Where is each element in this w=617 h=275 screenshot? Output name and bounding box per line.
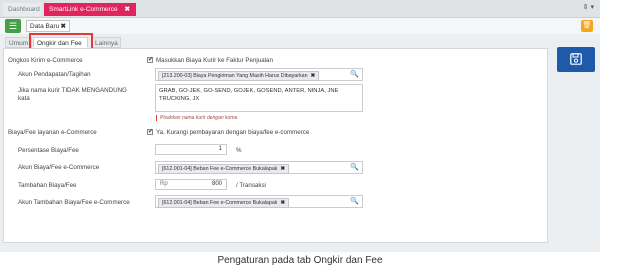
persentase-input[interactable]: 1	[155, 144, 227, 155]
ongkos-checkbox[interactable]: ✔	[147, 57, 153, 63]
delete-button[interactable]: 🗑	[581, 20, 593, 32]
search-icon[interactable]: 🔍	[350, 70, 359, 78]
ongkos-checkbox-label: Masukkan Biaya Kurir ke Faktur Penjualan	[156, 57, 273, 64]
figure-caption: Pengaturan pada tab Ongkir dan Fee	[217, 255, 383, 266]
section-fee-label: Biaya/Fee layanan e-Commerce	[8, 129, 97, 136]
ongkir-fee-panel: Ongkos Kirim e-Commerce ✔ Masukkan Biaya…	[3, 48, 548, 243]
section-ongkos-label: Ongkos Kirim e-Commerce	[8, 57, 83, 64]
fee-checkbox[interactable]: ✔	[147, 129, 153, 135]
chip-remove-icon[interactable]: ✖	[280, 200, 284, 206]
persentase-value: 1	[218, 146, 222, 152]
save-icon	[570, 53, 582, 65]
akun-tambahan-value: [612.001-04] Beban Fee e-Commerce Bukala…	[162, 200, 278, 206]
tab-smartlink-ecommerce[interactable]: SmartLink e-Commerce ✖	[44, 3, 136, 16]
akun-pendapatan-select[interactable]: [213.200-03] Biaya Pengiriman Yang Masih…	[155, 68, 363, 81]
tab-dashboard-label: Dashboard	[8, 6, 40, 13]
app-window: Dashboard SmartLink e-Commerce ✖ ⇕ ▾ ☰ D…	[0, 0, 600, 252]
menu-icon[interactable]: ☰	[5, 19, 21, 33]
chip-remove-icon[interactable]: ✖	[280, 166, 284, 172]
hint-marker	[156, 115, 157, 121]
akun-tambahan-chip: [612.001-04] Beban Fee e-Commerce Bukala…	[158, 198, 289, 208]
top-tab-bar: Dashboard SmartLink e-Commerce ✖ ⇕ ▾	[0, 0, 600, 18]
fee-checkbox-label: Ya, Kurangi pembayaran dengan biaya/fee …	[156, 129, 310, 136]
doc-tab-label: Data Baru	[30, 23, 60, 30]
tambahan-label: Tambahan Biaya/Fee	[18, 182, 77, 189]
kurir-textarea-value: GRAB, GO-JEK, GO-SEND, GOJEK, GOSEND, AN…	[159, 88, 339, 102]
kurir-label-line2: kata	[18, 95, 30, 102]
tambahan-value: 800	[211, 181, 222, 187]
tab-lainnya[interactable]: Lainnya	[91, 37, 121, 48]
akun-tambahan-select[interactable]: [612.001-04] Beban Fee e-Commerce Bukala…	[155, 195, 363, 208]
doc-tab-data-baru[interactable]: Data Baru ✖	[26, 20, 70, 32]
tambahan-prefix: Rp	[160, 181, 168, 187]
akun-pendapatan-value: [213.200-03] Biaya Pengiriman Yang Masih…	[162, 73, 308, 79]
akun-tambahan-label: Akun Tambahan Biaya/Fee e-Commerce	[18, 199, 130, 206]
save-button[interactable]	[557, 47, 595, 72]
tambahan-unit: / Transaksi	[236, 182, 266, 189]
kurir-hint: Pisahkan nama kurir dengan koma	[160, 115, 238, 121]
tab-umum[interactable]: Umum	[5, 37, 32, 48]
toolbar: ☰ Data Baru ✖ 🗑	[0, 18, 600, 34]
chip-remove-icon[interactable]: ✖	[311, 73, 315, 79]
akun-pendapatan-chip: [213.200-03] Biaya Pengiriman Yang Masih…	[158, 71, 320, 81]
akun-fee-label: Akun Biaya/Fee e-Commerce	[18, 164, 100, 171]
persentase-unit: %	[236, 147, 242, 154]
window-menu-icon[interactable]: ⇕ ▾	[583, 3, 594, 11]
akun-fee-chip: [612.001-04] Beban Fee e-Commerce Bukala…	[158, 164, 289, 174]
akun-fee-select[interactable]: [612.001-04] Beban Fee e-Commerce Bukala…	[155, 161, 363, 174]
search-icon[interactable]: 🔍	[350, 197, 359, 205]
tab-dashboard[interactable]: Dashboard	[3, 3, 41, 16]
close-icon[interactable]: ✖	[125, 3, 130, 16]
kurir-label-line1: Jika nama kurir TIDAK MENGANDUNG	[18, 87, 127, 94]
tab-smartlink-label: SmartLink e-Commerce	[49, 6, 118, 13]
kurir-textarea[interactable]: GRAB, GO-JEK, GO-SEND, GOJEK, GOSEND, AN…	[155, 84, 363, 112]
close-icon[interactable]: ✖	[61, 21, 66, 32]
akun-pendapatan-label: Akun Pendapatan/Tagihan	[18, 71, 91, 78]
persentase-label: Persentase Biaya/Fee	[18, 147, 79, 154]
tambahan-input[interactable]: Rp 800	[155, 179, 227, 190]
akun-fee-value: [612.001-04] Beban Fee e-Commerce Bukala…	[162, 166, 278, 172]
search-icon[interactable]: 🔍	[350, 163, 359, 171]
